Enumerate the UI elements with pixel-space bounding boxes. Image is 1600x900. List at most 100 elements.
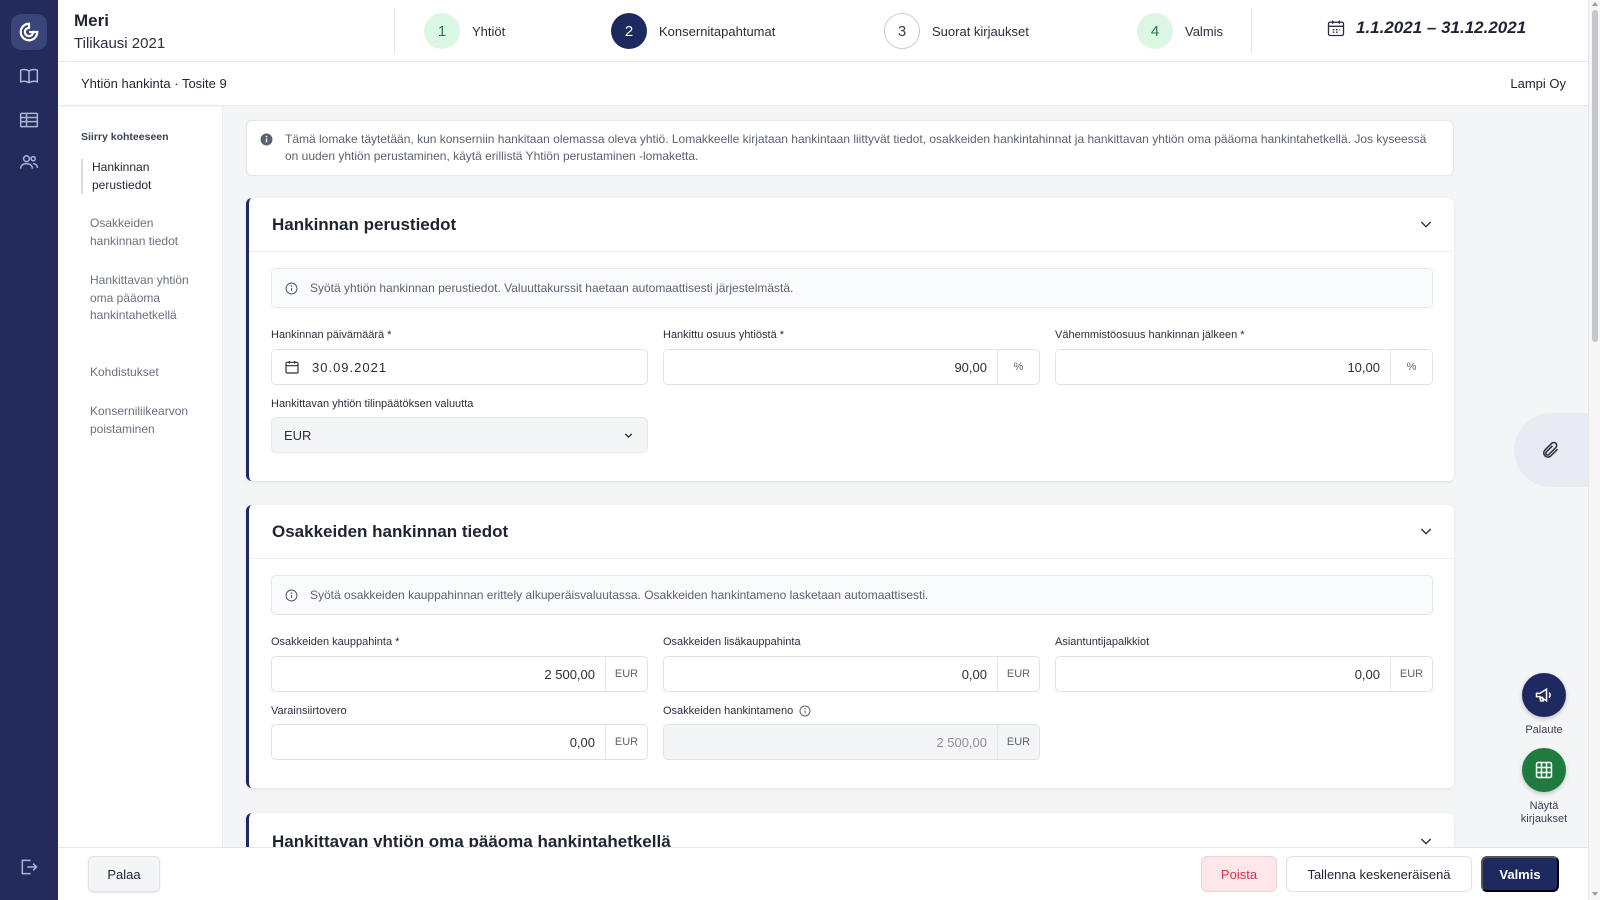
sub-header: Yhtiön hankinta · Tosite 9 Lampi Oy <box>58 62 1588 106</box>
app-logo-icon[interactable] <box>11 14 47 50</box>
step-konsernitapahtumat[interactable]: 2 Konsernitapahtumat <box>611 12 775 50</box>
company-name: Lampi Oy <box>1510 76 1566 91</box>
section-header[interactable]: Osakkeiden hankinnan tiedot <box>249 505 1454 559</box>
cost-value: 2 500,00 <box>936 734 987 750</box>
page-scrollbar[interactable] <box>1588 0 1600 900</box>
step-valmis[interactable]: 4 Valmis <box>1137 12 1223 50</box>
expert-fees-input[interactable]: 0,00 EUR <box>1055 656 1433 692</box>
currency-unit: EUR <box>997 657 1039 691</box>
share-label: Hankittu osuus yhtiöstä * <box>663 329 785 341</box>
main-content: Tämä lomake täytetään, kun konserniin ha… <box>223 107 1588 847</box>
show-entries-button[interactable] <box>1522 748 1566 792</box>
transfer-tax-input[interactable]: 0,00 EUR <box>271 724 648 760</box>
back-button[interactable]: Palaa <box>88 856 160 892</box>
hint-text: Syötä yhtiön hankinnan perustiedot. Valu… <box>310 281 794 295</box>
show-entries-label: Näytä kirjaukset <box>1520 800 1568 825</box>
delete-button[interactable]: Poista <box>1201 856 1277 892</box>
extra-value: 0,00 <box>961 666 987 682</box>
section-hankinnan-perustiedot: Hankinnan perustiedot Syötä yhtiön hanki… <box>246 198 1454 481</box>
minority-label: Vähemmistöosuus hankinnan jälkeen * <box>1055 329 1245 341</box>
megaphone-icon <box>1535 687 1551 703</box>
price-label: Osakkeiden kauppahinta * <box>271 636 400 648</box>
step-label: Yhtiöt <box>472 23 506 39</box>
price-value: 2 500,00 <box>544 666 595 682</box>
minority-share-input[interactable]: 10,00 % <box>1055 349 1433 385</box>
paperclip-icon <box>1543 441 1559 458</box>
users-icon[interactable] <box>17 150 41 174</box>
acquisition-cost-input: 2 500,00 EUR <box>663 724 1040 760</box>
date-label: Hankinnan päivämäärä * <box>271 329 392 341</box>
logout-icon[interactable] <box>17 855 41 879</box>
step-number: 2 <box>611 13 647 49</box>
section-oma-paaoma: Hankittavan yhtiön oma pääoma hankintahe… <box>246 813 1454 847</box>
toc-item-oma-paaoma[interactable]: Hankittavan yhtiön oma pääoma hankintahe… <box>81 272 211 325</box>
footer-bar: Palaa Poista Tallenna keskeneräisenä Val… <box>58 847 1588 900</box>
step-label: Konsernitapahtumat <box>659 23 776 39</box>
cost-label: Osakkeiden hankintameno <box>663 705 794 717</box>
top-header: Meri Tilikausi 2021 1 Yhtiöt 2 Konsernit… <box>58 0 1588 62</box>
feedback-button[interactable] <box>1522 673 1566 717</box>
calendar-icon <box>285 361 299 374</box>
feedback-label: Palaute <box>1525 724 1563 736</box>
info-text: Tämä lomake täytetään, kun konserniin ha… <box>285 132 1427 163</box>
hint-text: Syötä osakkeiden kauppahinnan erittely a… <box>310 588 929 602</box>
step-label: Suorat kirjaukset <box>932 23 1029 39</box>
save-draft-button[interactable]: Tallenna keskeneräisenä <box>1286 856 1472 892</box>
acquired-share-input[interactable]: 90,00 % <box>663 349 1040 385</box>
step-yhtiot[interactable]: 1 Yhtiöt <box>424 12 505 50</box>
step-number: 1 <box>424 13 460 49</box>
left-rail <box>0 0 58 900</box>
date-range[interactable]: 1.1.2021 – 31.12.2021 <box>1326 18 1526 38</box>
info-circle-icon <box>285 589 298 605</box>
toc-item-kohdistukset[interactable]: Kohdistukset <box>81 364 211 382</box>
share-unit: % <box>997 350 1039 384</box>
additional-price-input[interactable]: 0,00 EUR <box>663 656 1040 692</box>
purchase-price-input[interactable]: 2 500,00 EUR <box>271 656 648 692</box>
toc-item-konserniliikearvon-poistaminen[interactable]: Konserniliikearvon poistaminen <box>81 403 211 438</box>
date-value: 30.09.2021 <box>312 359 388 375</box>
info-circle-icon[interactable] <box>799 705 811 717</box>
currency-value: EUR <box>284 427 312 443</box>
chevron-down-icon[interactable] <box>1418 833 1434 847</box>
currency-unit: EUR <box>605 725 647 759</box>
section-title: Hankittavan yhtiön oma pääoma hankintahe… <box>272 832 671 847</box>
book-icon[interactable] <box>17 64 41 88</box>
header-divider <box>394 8 395 54</box>
tax-label: Varainsiirtovero <box>271 705 347 717</box>
minority-value: 10,00 <box>1347 359 1380 375</box>
section-osakkeiden-hankinnan-tiedot: Osakkeiden hankinnan tiedot Syötä osakke… <box>246 505 1454 788</box>
currency-label: Hankittavan yhtiön tilinpäätöksen valuut… <box>271 398 474 410</box>
section-title: Hankinnan perustiedot <box>272 215 457 234</box>
done-button[interactable]: Valmis <box>1481 856 1559 892</box>
cost-label-wrap: Osakkeiden hankintameno <box>663 705 811 717</box>
acquisition-date-input[interactable]: 30.09.2021 <box>271 349 648 385</box>
toc-item-osakkeiden-hankinnan-tiedot[interactable]: Osakkeiden hankinnan tiedot <box>81 215 211 250</box>
table-icon[interactable] <box>17 108 41 132</box>
step-suorat-kirjaukset[interactable]: 3 Suorat kirjaukset <box>884 12 1029 50</box>
app-name: Meri <box>74 11 109 30</box>
scroll-up-icon[interactable] <box>1592 2 1598 6</box>
minority-unit: % <box>1390 350 1432 384</box>
section-hint: Syötä yhtiön hankinnan perustiedot. Valu… <box>271 268 1433 308</box>
info-banner: Tämä lomake täytetään, kun konserniin ha… <box>246 120 1454 176</box>
step-number: 4 <box>1137 13 1173 49</box>
attachment-button[interactable] <box>1514 413 1594 487</box>
currency-unit: EUR <box>1390 657 1432 691</box>
chevron-down-icon[interactable] <box>1418 523 1434 542</box>
extra-price-label: Osakkeiden lisäkauppahinta <box>663 636 801 648</box>
breadcrumb: Yhtiön hankinta · Tosite 9 <box>81 76 227 91</box>
section-hint: Syötä osakkeiden kauppahinnan erittely a… <box>271 575 1433 615</box>
table-of-contents: Siirry kohteeseen Hankinnan perustiedot … <box>58 107 223 847</box>
currency-select[interactable]: EUR <box>271 417 648 453</box>
fees-value: 0,00 <box>1354 666 1380 682</box>
section-header[interactable]: Hankittavan yhtiön oma pääoma hankintahe… <box>249 813 1454 847</box>
section-header[interactable]: Hankinnan perustiedot <box>249 198 1454 252</box>
step-label: Valmis <box>1185 23 1224 39</box>
chevron-down-icon[interactable] <box>1418 216 1434 235</box>
chevron-down-icon <box>624 432 633 438</box>
currency-unit: EUR <box>997 725 1039 759</box>
scrollbar-thumb[interactable] <box>1592 10 1598 342</box>
toc-title: Siirry kohteeseen <box>81 131 169 143</box>
toc-item-hankinnan-perustiedot[interactable]: Hankinnan perustiedot <box>81 159 211 194</box>
scroll-down-icon[interactable] <box>1592 892 1598 896</box>
